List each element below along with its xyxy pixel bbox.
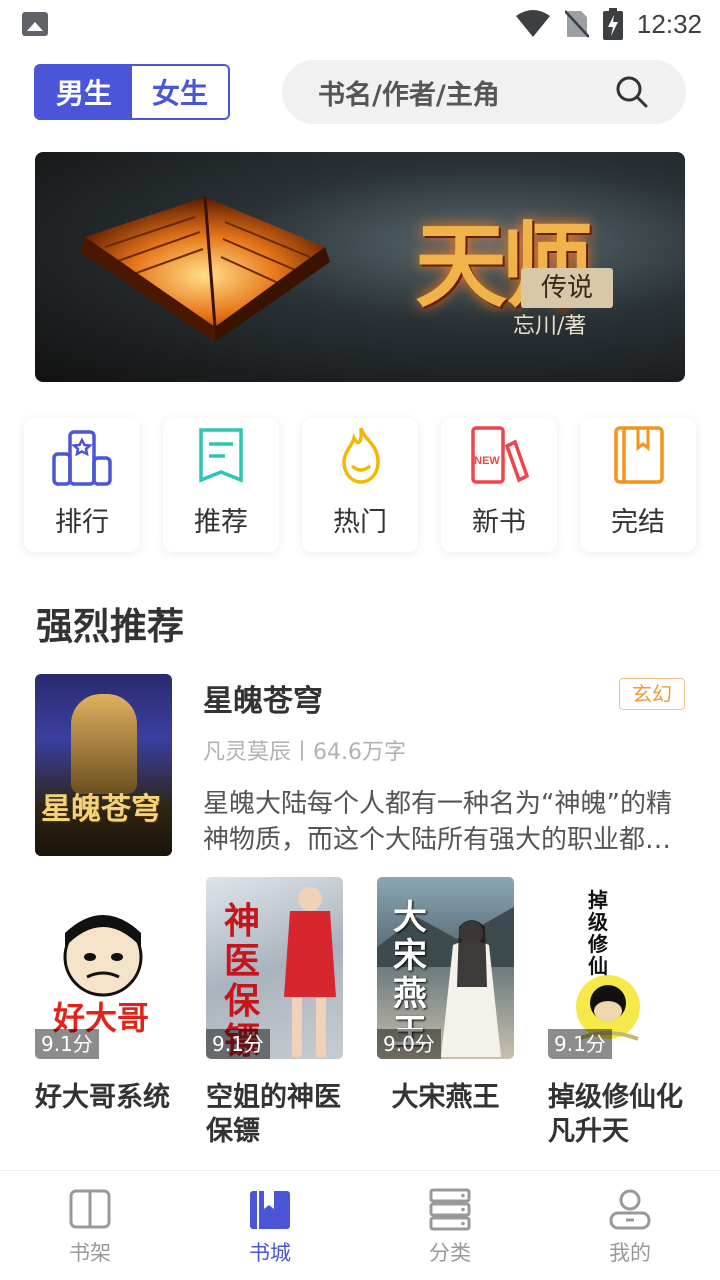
bookshelf-icon xyxy=(69,1189,111,1229)
book-title[interactable]: 掉级修仙化凡升天 xyxy=(548,1081,685,1149)
battery-charging-icon xyxy=(602,8,623,40)
banner-carousel[interactable]: 天师 传说 忘川/著 xyxy=(35,152,685,382)
book-title[interactable]: 空姐的神医保镖 xyxy=(206,1081,343,1149)
status-bar: 12:32 xyxy=(0,0,720,48)
featured-book[interactable]: 星魄苍穹 星魄苍穹 玄幻 凡灵莫辰丨64.6万字 星魄大陆每个人都有一种名为“神… xyxy=(35,674,685,856)
section-title: 强烈推荐 xyxy=(36,605,184,648)
profile-icon xyxy=(609,1189,651,1230)
finished-icon xyxy=(614,426,664,484)
category-label: 新书 xyxy=(472,507,526,538)
book-grid: 好大哥 9.1分 好大哥系统 神医保镖 9.1分 空姐的神医保镖 大宋燕王 9.… xyxy=(35,877,685,1149)
banner-subtitle: 传说 xyxy=(521,268,613,308)
bottom-tab-bar: 书架 书城 分类 我的 xyxy=(0,1170,720,1280)
banner-author: 忘川/著 xyxy=(513,314,587,339)
book-title[interactable]: 大宋燕王 xyxy=(377,1081,514,1115)
tab-bookshelf[interactable]: 书架 xyxy=(0,1171,180,1280)
book-item[interactable]: 神医保镖 9.1分 空姐的神医保镖 xyxy=(206,877,343,1149)
score-badge: 9.1分 xyxy=(35,1029,99,1059)
tab-profile[interactable]: 我的 xyxy=(540,1171,720,1280)
book-cover[interactable]: 大宋燕王 9.0分 xyxy=(377,877,514,1059)
status-icons: 12:32 xyxy=(515,6,702,42)
category-new[interactable]: NEW 新书 xyxy=(441,418,557,552)
tab-label: 书架 xyxy=(69,1241,111,1265)
tab-label: 书城 xyxy=(249,1241,291,1265)
category-recommend[interactable]: 推荐 xyxy=(163,418,279,552)
category-icon xyxy=(429,1188,471,1231)
cover-text: 掉级修仙 xyxy=(588,888,608,978)
category-shortcuts: 排行 推荐 热门 NEW 新书 完结 xyxy=(24,418,696,558)
category-label: 热门 xyxy=(333,507,387,538)
search-placeholder: 书名/作者/主角 xyxy=(318,79,500,111)
category-hot[interactable]: 热门 xyxy=(302,418,418,552)
book-title[interactable]: 星魄苍穹 xyxy=(203,676,323,720)
book-description: 星魄大陆每个人都有一种名为“神魄”的精神物质，而这个大陆所有强大的职业都… xyxy=(203,789,672,855)
search-icon[interactable] xyxy=(614,74,650,110)
category-finished[interactable]: 完结 xyxy=(580,418,696,552)
status-time: 12:32 xyxy=(636,8,702,39)
book-cover[interactable]: 神医保镖 9.1分 xyxy=(206,877,343,1059)
tab-label: 我的 xyxy=(609,1241,651,1265)
book-cover[interactable]: 星魄苍穹 xyxy=(35,674,172,856)
book-cover[interactable]: 掉级修仙 9.1分 xyxy=(548,877,685,1059)
tab-bookstore[interactable]: 书城 xyxy=(180,1171,360,1280)
no-sim-icon xyxy=(564,10,589,38)
book-item[interactable]: 大宋燕王 9.0分 大宋燕王 xyxy=(377,877,514,1149)
gender-toggle: 男生 女生 xyxy=(34,64,230,120)
book-cover[interactable]: 好大哥 9.1分 xyxy=(35,877,172,1059)
score-badge: 9.1分 xyxy=(206,1029,270,1059)
wifi-icon xyxy=(515,10,550,37)
burning-book-image xyxy=(80,196,330,342)
svg-text:NEW: NEW xyxy=(474,455,500,467)
category-label: 完结 xyxy=(611,507,665,538)
book-item[interactable]: 掉级修仙 9.1分 掉级修仙化凡升天 xyxy=(548,877,685,1149)
tab-female[interactable]: 女生 xyxy=(132,66,228,118)
tab-label: 分类 xyxy=(429,1241,471,1265)
recommend-icon xyxy=(199,428,243,483)
cover-title: 星魄苍穹 xyxy=(41,792,161,827)
image-notification-icon xyxy=(22,12,48,36)
category-label: 排行 xyxy=(55,507,109,538)
book-title[interactable]: 好大哥系统 xyxy=(35,1081,172,1115)
category-ranking[interactable]: 排行 xyxy=(24,418,140,552)
ranking-icon xyxy=(52,430,112,486)
hot-icon xyxy=(342,427,380,484)
cover-figure xyxy=(71,694,137,794)
book-meta: 凡灵莫辰丨64.6万字 xyxy=(203,740,406,765)
tab-category[interactable]: 分类 xyxy=(360,1171,540,1280)
book-item[interactable]: 好大哥 9.1分 好大哥系统 xyxy=(35,877,172,1149)
score-badge: 9.1分 xyxy=(548,1029,612,1059)
bookstore-icon xyxy=(250,1191,290,1229)
score-badge: 9.0分 xyxy=(377,1029,441,1059)
new-book-icon: NEW xyxy=(471,426,530,484)
category-label: 推荐 xyxy=(194,507,248,538)
search-input[interactable]: 书名/作者/主角 xyxy=(282,60,686,124)
genre-tag: 玄幻 xyxy=(619,678,685,710)
tab-male[interactable]: 男生 xyxy=(36,66,132,118)
